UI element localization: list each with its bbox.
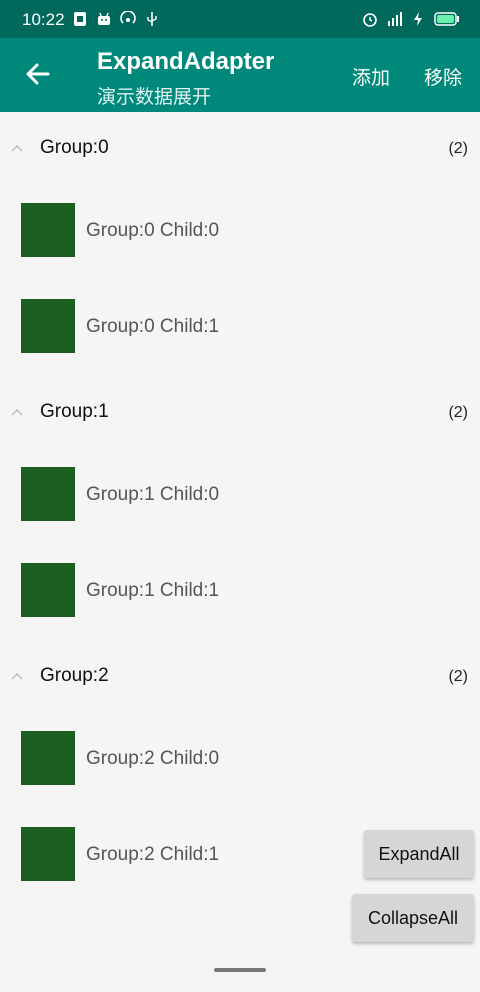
list-item[interactable]: Group:1 Child:1: [0, 544, 480, 640]
back-button[interactable]: [18, 54, 58, 94]
child-thumbnail: [21, 203, 75, 257]
list-item[interactable]: Group:1 Child:0: [0, 448, 480, 544]
group-header[interactable]: Group:0 (2): [0, 112, 480, 184]
remove-button[interactable]: 移除: [424, 63, 462, 90]
usb-icon: [147, 12, 157, 26]
app-bar: ExpandAdapter 演示数据展开 添加 移除: [0, 38, 480, 112]
child-label: Group:0 Child:0: [86, 220, 220, 241]
arrow-left-icon: [26, 63, 50, 85]
child-thumbnail: [21, 563, 75, 617]
status-left-icons: [72, 11, 160, 27]
expand-all-button[interactable]: ExpandAll: [364, 830, 474, 878]
signal-4g-icon: [388, 12, 402, 26]
android-icon: [98, 12, 110, 25]
group-label: Group:1: [40, 401, 109, 422]
chevron-up-icon: [11, 144, 23, 152]
child-thumbnail: [21, 731, 75, 785]
navigation-gesture-handle[interactable]: [214, 968, 266, 972]
collapse-all-button[interactable]: CollapseAll: [352, 894, 474, 942]
list-item[interactable]: Group:2 Child:0: [0, 712, 480, 808]
list-item[interactable]: Group:0 Child:1: [0, 280, 480, 376]
group-label: Group:2: [40, 665, 109, 686]
child-label: Group:2 Child:1: [86, 844, 220, 865]
group-header[interactable]: Group:1 (2): [0, 376, 480, 448]
status-time: 10:22: [22, 10, 65, 29]
chevron-up-icon: [11, 408, 23, 416]
group-header[interactable]: Group:2 (2): [0, 640, 480, 712]
child-label: Group:1 Child:1: [86, 580, 220, 601]
alarm-icon: [363, 13, 377, 27]
battery-icon: [434, 12, 459, 26]
charging-icon: [414, 12, 422, 26]
group-count: (2): [448, 668, 468, 685]
expandable-list: Group:0 (2) Group:0 Child:0 Group:0 Chil…: [0, 112, 480, 904]
child-label: Group:1 Child:0: [86, 484, 220, 505]
status-right-icons: [362, 11, 460, 27]
child-label: Group:2 Child:0: [86, 748, 220, 769]
group-count: (2): [448, 140, 468, 157]
child-thumbnail: [21, 299, 75, 353]
child-thumbnail: [21, 467, 75, 521]
app-title: ExpandAdapter: [97, 48, 275, 75]
chevron-up-icon: [11, 672, 23, 680]
app-subtitle: 演示数据展开: [97, 87, 212, 108]
child-thumbnail: [21, 827, 75, 881]
hotspot-icon: [120, 11, 136, 24]
status-bar: 10:22: [0, 0, 480, 38]
group-count: (2): [448, 404, 468, 421]
add-button[interactable]: 添加: [352, 63, 390, 90]
list-item[interactable]: Group:0 Child:0: [0, 184, 480, 280]
sim-card-icon: [74, 12, 86, 26]
group-label: Group:0: [40, 137, 109, 158]
child-label: Group:0 Child:1: [86, 316, 220, 337]
